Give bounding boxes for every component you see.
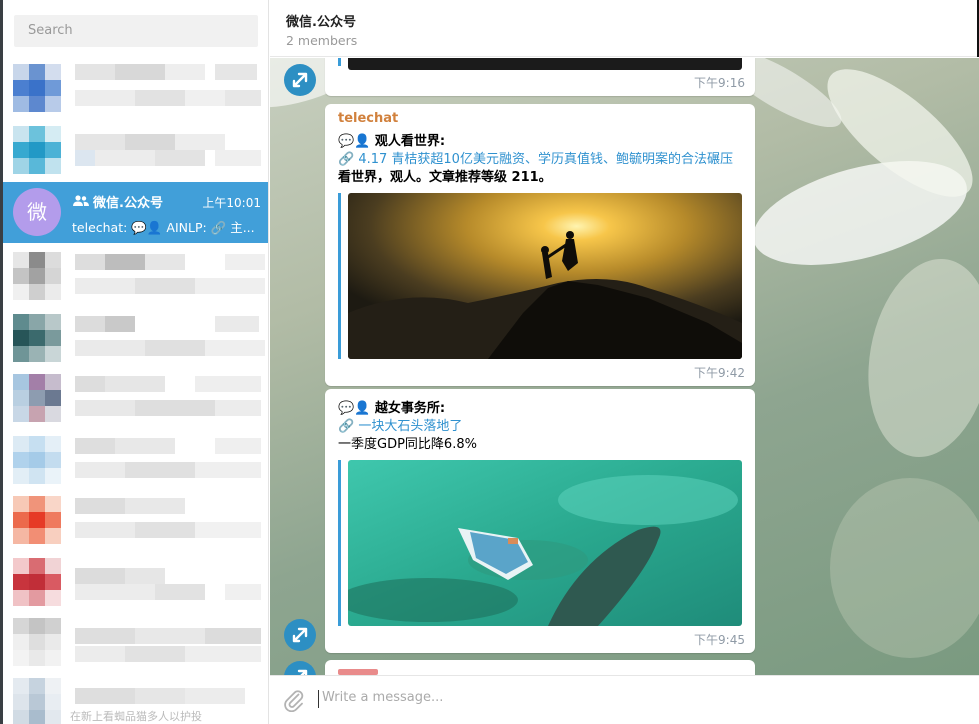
avatar [13,436,61,484]
search-input[interactable]: Search [14,15,258,47]
chat-preview-redacted [75,584,261,600]
chat-title-redacted [75,134,225,150]
chat-title[interactable]: 微信.公众号 [286,11,356,30]
chat-preview-cutoff: 在新上看蜘品猫多人以护投 [70,710,202,723]
message-image[interactable] [348,58,742,70]
forward-button[interactable] [284,64,316,96]
chat-preview-redacted [75,340,265,356]
message-time: 下午9:16 [694,76,745,90]
message-bubble[interactable]: 下午9:16 [325,58,755,96]
message-sender[interactable]: telechat [338,111,398,126]
chat-title-redacted [75,688,245,704]
chat-title-redacted [75,64,257,80]
forward-icon [292,72,308,88]
chat-time: 上午10:01 [202,196,261,210]
chat-list-item[interactable] [3,552,268,612]
message-time: 下午9:45 [694,633,745,647]
avatar [13,374,61,422]
message-bubble[interactable] [325,660,755,675]
quote-bar [338,460,341,626]
forward-icon [297,669,308,675]
chat-preview-redacted [75,278,265,294]
avatar [13,618,61,666]
chat-title-redacted [75,254,265,270]
chat-list-item[interactable] [3,430,268,490]
background-petal [853,249,979,467]
attach-icon[interactable] [282,688,306,712]
chat-title-redacted [75,438,261,454]
message-text: 一季度GDP同比降6.8% [338,437,477,452]
chat-title: 微信.公众号 [93,196,163,211]
message-source: 💬👤 观人看世界: [338,134,446,149]
forward-button[interactable] [284,661,316,675]
group-icon [73,195,89,206]
compose-bar: Write a message... [270,675,979,724]
message-input[interactable]: Write a message... [318,690,443,708]
forward-button[interactable] [284,619,316,651]
chat-list-item[interactable] [3,612,268,672]
quote-bar [338,193,341,359]
message-bubble[interactable]: 💬👤 越女事务所: 🔗 一块大石头落地了 一季度GDP同比降6.8% 下午9:4… [325,389,755,653]
avatar [13,558,61,606]
chat-list-item[interactable] [3,368,268,428]
chat-list-item[interactable] [3,490,268,550]
quote-bar [338,58,341,66]
chat-header[interactable]: 微信.公众号 2 members [270,0,979,57]
chat-title-redacted [75,376,261,392]
message-history[interactable]: 下午9:16 telechat 💬👤 观人看世界: 🔗 4.17 青桔获超10亿… [270,58,979,675]
chat-preview-redacted [75,646,261,662]
chat-preview-redacted [75,400,261,416]
chat-preview-redacted [75,462,261,478]
avatar [13,126,61,174]
chat-title-redacted [75,498,185,514]
message-source: 💬👤 越女事务所: [338,401,446,416]
message-time: 下午9:42 [694,366,745,380]
chat-preview-redacted [75,150,261,166]
chat-list-sidebar: Search 微 微信.公众号 上午10:01 telechat: 💬👤 AIN… [0,0,269,724]
chat-title-redacted [75,316,259,332]
chat-preview-redacted [75,90,261,106]
chat-list-item[interactable] [3,58,268,118]
chat-list-item[interactable] [3,246,268,306]
message-image[interactable] [348,193,742,359]
avatar [13,496,61,544]
chat-preview: telechat: 💬👤 AINLP: 🔗 主... [72,220,255,235]
avatar: 微 [13,188,61,236]
message-image[interactable] [348,460,742,626]
avatar [13,64,61,112]
message-text: 看世界，观人。文章推荐等级 211。 [338,170,552,185]
chat-list-item-active[interactable]: 微 微信.公众号 上午10:01 telechat: 💬👤 AINLP: 🔗 主… [3,182,268,243]
avatar [13,314,61,362]
background-petal [830,478,979,658]
avatar [13,678,61,724]
message-bubble[interactable]: telechat 💬👤 观人看世界: 🔗 4.17 青桔获超10亿美元融资、学历… [325,104,755,386]
forward-icon [292,627,308,643]
avatar [13,252,61,300]
article-link[interactable]: 🔗 4.17 青桔获超10亿美元融资、学历真值钱、鲍毓明案的合法碾压 [338,148,733,167]
chat-preview-redacted [75,522,261,538]
chat-title-redacted [75,628,261,644]
chat-list-item[interactable] [3,120,268,180]
chat-list-item[interactable] [3,308,268,368]
member-count: 2 members [286,33,358,48]
chat-title-redacted [75,568,165,584]
article-link[interactable]: 🔗 一块大石头落地了 [338,415,462,434]
